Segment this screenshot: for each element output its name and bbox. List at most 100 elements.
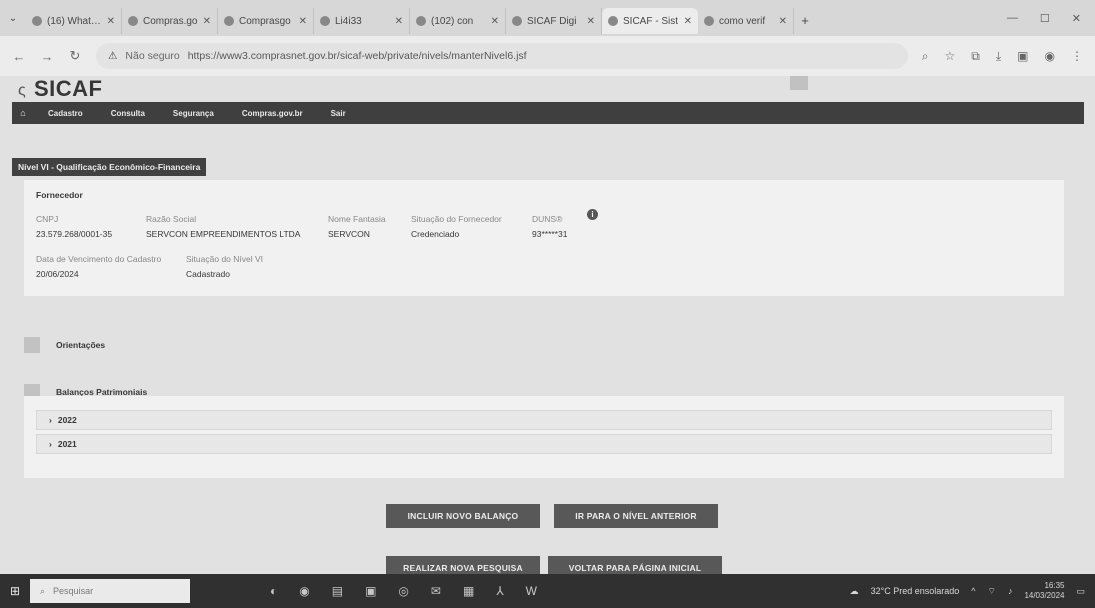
nome-fantasia-label: Nome Fantasia	[328, 214, 386, 224]
nav-item-consulta[interactable]: Consulta	[97, 109, 159, 118]
razao-social-field: Razão Social SERVCON EMPREENDIMENTOS LTD…	[146, 214, 300, 239]
home-icon[interactable]: ⌂	[12, 108, 34, 118]
fornecedor-title: Fornecedor	[36, 190, 83, 200]
year-label: 2021	[57, 439, 77, 449]
close-tab-icon[interactable]: ✕	[587, 16, 595, 27]
browser-tab[interactable]: Compras.go ✕	[122, 8, 218, 34]
year-label: 2022	[57, 415, 77, 425]
nav-item-comprasgov[interactable]: Compras.gov.br	[228, 109, 317, 118]
zoom-icon[interactable]: ⌕	[922, 49, 929, 64]
word-icon[interactable]: W	[526, 584, 537, 598]
browser-tab[interactable]: (16) WhatsA ✕	[26, 8, 122, 34]
weather-text[interactable]: 32°C Pred ensolarado	[871, 586, 960, 596]
duns-label: DUNS®	[532, 214, 563, 224]
window-controls: — ☐ ✕	[1007, 12, 1095, 25]
situacao-fornecedor-label: Situação do Fornecedor	[411, 214, 502, 224]
year-row-2022[interactable]: › 2022	[36, 410, 1052, 430]
page-title: Nível VI - Qualificação Econômico-Financ…	[12, 158, 207, 176]
close-tab-icon[interactable]: ✕	[684, 16, 692, 27]
close-tab-icon[interactable]: ✕	[491, 16, 499, 27]
back-arrow-icon[interactable]: ←	[12, 49, 26, 64]
app-icon[interactable]: ▣	[365, 584, 376, 598]
widget-icon[interactable]: ◐	[270, 584, 277, 598]
url-text[interactable]: https://www3.comprasnet.gov.br/sicaf-web…	[188, 50, 527, 62]
browser-tab[interactable]: Comprasgo ✕	[218, 8, 314, 34]
orientacoes-header[interactable]: Orientações	[24, 334, 1064, 356]
taskbar-apps: ◐ ◉ ▤ ▣ ◎ ✉ ▦ ⅄ W	[270, 584, 537, 598]
situacao-fornecedor-value: Credenciado	[411, 229, 460, 239]
maximize-icon[interactable]: ☐	[1040, 12, 1050, 25]
browser-tab[interactable]: Li4i33 ✕	[314, 8, 410, 34]
network-icon[interactable]: ⌔	[987, 586, 995, 597]
close-window-icon[interactable]: ✕	[1072, 12, 1081, 25]
profile-icon[interactable]: ◉	[1045, 49, 1055, 64]
app-icon[interactable]: ◎	[398, 584, 408, 598]
balancos-panel: › 2022 › 2021	[24, 396, 1064, 478]
header-user-area	[790, 76, 1010, 90]
minimize-icon[interactable]: —	[1007, 12, 1018, 25]
close-tab-icon[interactable]: ✕	[395, 16, 403, 27]
tab-label: Comprasgo	[239, 15, 291, 27]
chrome-icon[interactable]: ◉	[299, 584, 309, 598]
nome-fantasia-field: Nome Fantasia SERVCON	[328, 214, 386, 239]
browser-tab[interactable]: como verif ✕	[698, 8, 794, 34]
app-icon[interactable]: ▦	[463, 584, 474, 598]
star-bookmark-icon[interactable]: ☆	[945, 49, 956, 64]
site-logo[interactable]: SICAF	[34, 76, 103, 102]
not-secure-warning-icon[interactable]: ⚠	[108, 50, 117, 62]
tab-label: SICAF Digi	[527, 15, 577, 27]
razao-social-value: SERVCON EMPREENDIMENTOS LTDA	[146, 229, 301, 239]
system-tray: ☁ 32°C Pred ensolarado ^ ⌔ ♪ 16:35 14/03…	[850, 581, 1095, 601]
menu-dots-icon[interactable]: ⋮	[1071, 49, 1083, 64]
close-tab-icon[interactable]: ✕	[203, 16, 211, 27]
info-icon[interactable]: i	[587, 209, 598, 220]
os-taskbar: ⊞ ⌕ Pesquisar ◐ ◉ ▤ ▣ ◎ ✉ ▦ ⅄ W ☁ 32°C P…	[0, 574, 1095, 608]
incluir-novo-balanco-button[interactable]: INCLUIR NOVO BALANÇO	[386, 504, 540, 528]
page-content: ς SICAF ⌂ Cadastro Consulta Segurança Co…	[0, 76, 1095, 574]
security-label: Não seguro	[125, 50, 180, 62]
browser-tab[interactable]: SICAF Digi ✕	[506, 8, 602, 34]
taskbar-search[interactable]: ⌕ Pesquisar	[30, 579, 190, 603]
weather-icon[interactable]: ☁	[850, 586, 859, 597]
clock[interactable]: 16:35 14/03/2024	[1024, 581, 1064, 601]
browser-tab[interactable]: (102) con ✕	[410, 8, 506, 34]
download-icon[interactable]: ⤓	[996, 49, 1001, 64]
pdf-icon[interactable]: ⅄	[496, 584, 503, 598]
tray-chevron-icon[interactable]: ^	[971, 586, 975, 596]
address-bar-icons: ⌕ ☆ ⧉ ⤓ ▣ ◉ ⋮	[922, 49, 1083, 64]
user-avatar-icon[interactable]	[790, 76, 808, 90]
extensions-icon[interactable]: ⧉	[971, 49, 980, 64]
nav-item-seguranca[interactable]: Segurança	[159, 109, 228, 118]
situacao-nivel-field: Situação do Nível VI Cadastrado	[186, 254, 263, 279]
new-tab-plus-icon[interactable]: +	[794, 13, 816, 28]
nome-fantasia-value: SERVCON	[328, 229, 370, 239]
sidebar-icon[interactable]: ▣	[1017, 49, 1028, 64]
notifications-icon[interactable]: ▭	[1076, 586, 1085, 597]
favicon-icon	[608, 16, 618, 26]
pagina-inicial-button[interactable]: VOLTAR PARA PÁGINA INICIAL	[548, 556, 722, 574]
nav-item-cadastro[interactable]: Cadastro	[34, 109, 97, 118]
tab-list-chevron-icon[interactable]: ⌄	[0, 13, 26, 24]
tab-label: Li4i33	[335, 15, 362, 27]
main-nav: ⌂ Cadastro Consulta Segurança Compras.go…	[12, 102, 1084, 124]
browser-tab-active[interactable]: SICAF - Sist ✕	[602, 8, 698, 34]
nivel-anterior-button[interactable]: IR PARA O NÍVEL ANTERIOR	[554, 504, 718, 528]
reload-icon[interactable]: ↻	[68, 48, 82, 64]
nova-pesquisa-button[interactable]: REALIZAR NOVA PESQUISA	[386, 556, 540, 574]
close-tab-icon[interactable]: ✕	[107, 16, 115, 27]
windows-start-icon[interactable]: ⊞	[0, 584, 30, 598]
close-tab-icon[interactable]: ✕	[779, 16, 787, 27]
cnpj-field: CNPJ 23.579.268/0001-35	[36, 214, 112, 239]
explorer-icon[interactable]: ▤	[332, 584, 343, 598]
volume-icon[interactable]: ♪	[1008, 586, 1013, 596]
forward-arrow-icon[interactable]: →	[40, 49, 54, 64]
expand-orientacoes-icon[interactable]	[24, 337, 40, 353]
nav-item-sair[interactable]: Sair	[317, 109, 360, 118]
address-bar-row: ← → ↻ ⚠ Não seguro https://www3.comprasn…	[0, 36, 1095, 76]
tab-label: Compras.go	[143, 15, 198, 27]
url-omnibox[interactable]: ⚠ Não seguro https://www3.comprasnet.gov…	[96, 43, 908, 69]
mail-icon[interactable]: ✉	[431, 584, 441, 598]
year-row-2021[interactable]: › 2021	[36, 434, 1052, 454]
close-tab-icon[interactable]: ✕	[299, 16, 307, 27]
favicon-icon	[704, 16, 714, 26]
